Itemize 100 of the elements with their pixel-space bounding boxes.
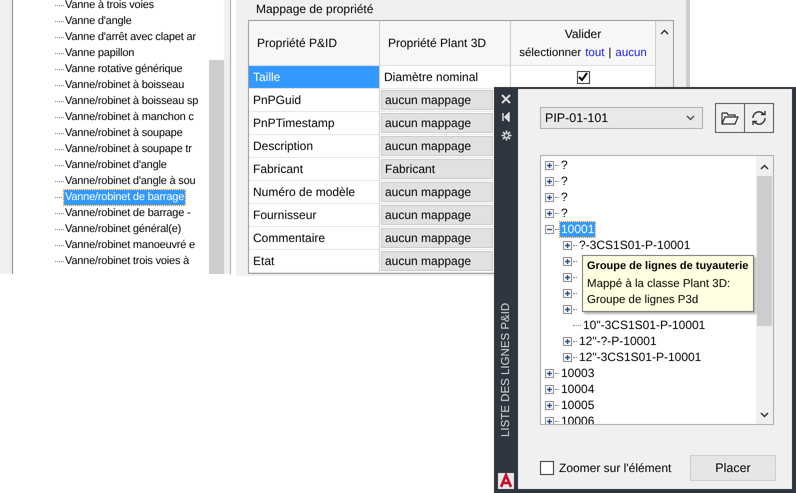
palette-title: LISTE DES LIGNES P&ID <box>499 302 513 440</box>
plus-icon <box>563 288 572 298</box>
expander[interactable] <box>545 224 554 234</box>
mapping-dropdown[interactable]: aucun mappage <box>381 136 493 156</box>
tree-item[interactable]: 10003 <box>560 366 596 380</box>
plus-icon <box>563 240 572 250</box>
plus-icon <box>563 272 572 282</box>
tree-item[interactable]: Vanne rotative générique <box>64 62 184 76</box>
mapping-dropdown[interactable]: aucun mappage <box>381 205 493 225</box>
tree-item[interactable]: 12"-3CS1S01-P-10001 <box>578 350 702 364</box>
chevron-down-icon <box>686 115 695 121</box>
tree-item[interactable]: 10004 <box>560 382 596 396</box>
tooltip-title: Groupe de lignes de tuyauterie <box>587 259 748 274</box>
folder-icon <box>721 111 739 125</box>
plus-icon <box>545 384 554 394</box>
mapping-dropdown[interactable]: aucun mappage <box>381 113 493 133</box>
property-cell[interactable]: Numéro de modèle <box>249 181 380 203</box>
scrollbar[interactable] <box>209 0 224 274</box>
tree-item[interactable]: Vanne/robinet d'angle à sou <box>64 174 196 188</box>
column-header: Propriété Plant 3D <box>380 21 511 65</box>
refresh-button[interactable] <box>744 103 774 133</box>
open-folder-button[interactable] <box>715 103 745 133</box>
tree-item[interactable]: Vanne/robinet à boisseau <box>64 78 186 92</box>
expander[interactable] <box>563 272 572 282</box>
tree-item[interactable]: ? <box>560 206 569 220</box>
expander[interactable] <box>563 288 572 298</box>
section-title: Mappage de propriété <box>255 1 374 18</box>
expander[interactable] <box>563 256 572 266</box>
tree-item[interactable]: Vanne/robinet de barrage - <box>64 206 192 220</box>
settings-icon[interactable] <box>500 130 512 141</box>
tree-item[interactable]: Vanne/robinet manoeuvré e <box>64 238 196 252</box>
mapping-dropdown[interactable]: aucun mappage <box>381 90 493 110</box>
tree-item[interactable]: Vanne/robinet à soupape tr <box>64 142 193 156</box>
property-cell[interactable]: PnPTimestamp <box>249 112 380 134</box>
mapping-dropdown[interactable]: aucun mappage <box>381 251 493 271</box>
property-cell[interactable]: Description <box>249 135 380 157</box>
expander[interactable] <box>563 304 572 314</box>
select-label: sélectionner <box>519 47 582 59</box>
tree-item[interactable]: 10005 <box>560 398 596 412</box>
mapping-dropdown[interactable]: aucun mappage <box>381 182 493 202</box>
expander[interactable] <box>545 416 554 424</box>
plus-icon <box>545 192 554 202</box>
property-cell[interactable]: Commentaire <box>249 227 380 249</box>
scroll-down-icon[interactable] <box>760 412 769 418</box>
tree-item[interactable]: Vanne/robinet d'angle <box>64 158 168 172</box>
drawing-dropdown[interactable]: PIP-01-101 <box>540 107 703 129</box>
expander[interactable] <box>545 368 554 378</box>
expander[interactable] <box>563 240 572 250</box>
mapping-dropdown[interactable]: aucun mappage <box>381 228 493 248</box>
plus-icon <box>563 352 572 362</box>
property-cell[interactable]: PnPGuid <box>249 89 380 111</box>
checkbox[interactable] <box>576 70 590 84</box>
checkbox[interactable] <box>540 461 554 475</box>
refresh-icon <box>750 110 768 126</box>
separator: | <box>608 47 612 59</box>
tree-item[interactable]: ? <box>560 174 569 188</box>
scroll-up-icon[interactable] <box>760 164 769 170</box>
tooltip-text: Groupe de lignes P3d <box>587 293 700 308</box>
tree-item[interactable]: ?-3CS1S01-P-10001 <box>578 238 692 252</box>
plus-icon <box>563 256 572 266</box>
property-cell[interactable]: Fabricant <box>249 158 380 180</box>
plus-icon <box>545 160 554 170</box>
expander[interactable] <box>545 400 554 410</box>
app-logo-icon[interactable] <box>498 473 514 489</box>
mapping-dropdown[interactable]: Fabricant <box>381 159 493 179</box>
scrollbar[interactable] <box>756 156 773 424</box>
plus-icon <box>545 208 554 218</box>
minus-icon <box>545 224 554 234</box>
tree-item[interactable]: Vanne d'angle <box>64 14 133 28</box>
checkbox-label: Zoomer sur l'élément <box>559 461 672 475</box>
place-button[interactable]: Placer <box>690 455 776 481</box>
tree-item[interactable]: Vanne/robinet à manchon c <box>64 110 195 124</box>
expander[interactable] <box>545 208 554 218</box>
tree-item[interactable]: Vanne/robinet à soupape <box>64 126 184 140</box>
property-cell[interactable]: Fournisseur <box>249 204 380 226</box>
tree-item[interactable]: Vanne/robinet à boisseau sp <box>64 94 200 108</box>
tree-item[interactable]: Vanne/robinet trois voies à <box>64 254 190 268</box>
select-all-link[interactable]: tout <box>585 47 604 59</box>
plus-icon <box>563 304 572 314</box>
plus-icon <box>563 336 572 346</box>
expander[interactable] <box>563 336 572 346</box>
expander[interactable] <box>545 192 554 202</box>
column-header: Propriété P&ID <box>249 21 380 65</box>
plus-icon <box>545 400 554 410</box>
tree-item[interactable]: 10"-3CS1S01-P-10001 <box>582 318 706 332</box>
tree-item[interactable]: Vanne papillon <box>64 46 136 60</box>
tree-item[interactable]: ? <box>560 158 569 172</box>
expander[interactable] <box>545 160 554 170</box>
expander[interactable] <box>545 384 554 394</box>
close-icon[interactable] <box>501 94 511 104</box>
tree-item[interactable]: Vanne d'arrêt avec clapet ar <box>64 30 197 44</box>
expander[interactable] <box>545 176 554 186</box>
tree-item[interactable]: Vanne/robinet général(e) <box>64 222 182 236</box>
tooltip-text: Mappé à la classe Plant 3D: <box>587 277 732 292</box>
expander[interactable] <box>563 352 572 362</box>
property-cell[interactable]: Etat <box>249 250 380 272</box>
tree-item[interactable]: 12"-?-P-10001 <box>578 334 658 348</box>
tree-item[interactable]: ? <box>560 190 569 204</box>
scroll-up-icon[interactable] <box>660 29 669 35</box>
select-none-link[interactable]: aucun <box>615 47 647 59</box>
